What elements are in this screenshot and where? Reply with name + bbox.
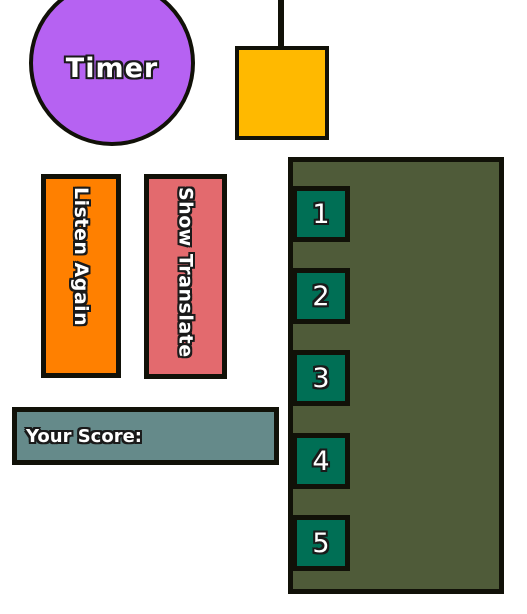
choice-button-2[interactable]: 2 [292,268,350,324]
choice-label: 1 [312,198,330,230]
listen-again-label: Listen Again [70,187,92,327]
timer-label: Timer [65,52,159,84]
listen-again-button[interactable]: Listen Again [41,174,121,378]
show-translate-button[interactable]: Show Translate [144,174,227,379]
timer[interactable]: Timer [29,0,195,146]
choice-button-3[interactable]: 3 [292,350,350,406]
choice-button-5[interactable]: 5 [292,515,350,571]
score-label: Your Score: [26,425,142,447]
choice-button-1[interactable]: 1 [292,186,350,242]
pendulum-box [235,46,329,140]
choice-label: 3 [312,362,330,394]
show-translate-label: Show Translate [174,187,197,358]
score-display: Your Score: [12,407,279,465]
choice-button-4[interactable]: 4 [292,433,350,489]
choice-label: 4 [312,445,330,477]
choice-panel: 1 2 3 4 5 [288,157,504,594]
choice-label: 5 [312,527,330,559]
pendulum-string [278,0,284,48]
choice-label: 2 [312,280,330,312]
